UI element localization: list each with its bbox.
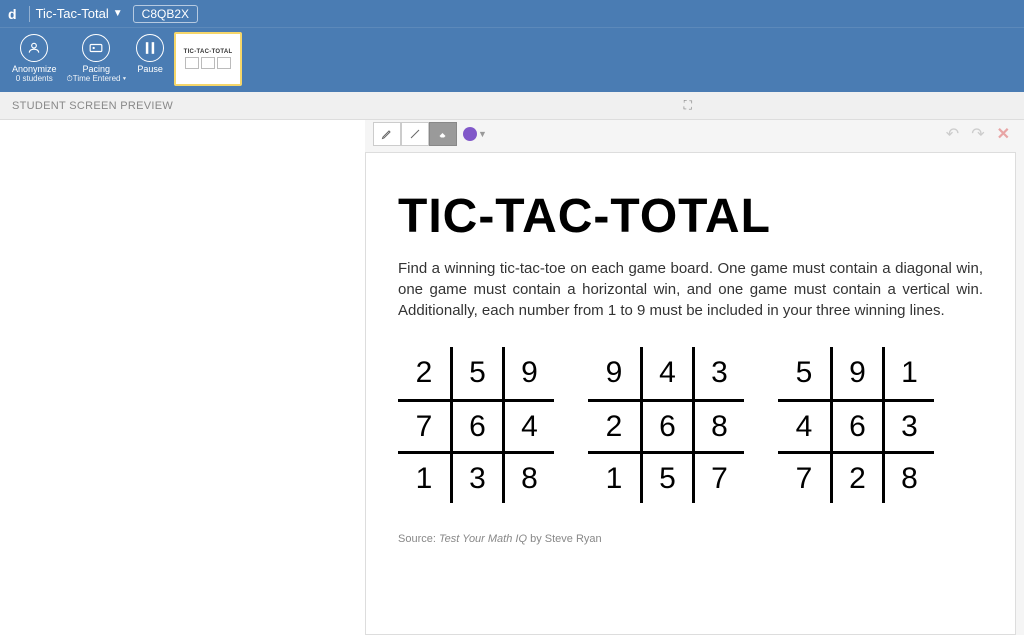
board-cell: 4 [640,347,692,399]
undo-button[interactable]: ↶ [946,124,959,144]
left-pane [0,120,365,635]
board-cell: 2 [830,451,882,503]
title-dropdown-icon[interactable]: ▼ [113,8,123,19]
game-board-2: 9 4 3 2 6 8 1 5 7 [588,347,744,503]
board-cell: 3 [450,451,502,503]
pause-sublabel [149,74,151,83]
board-cell: 5 [640,451,692,503]
board-cell: 2 [398,347,450,399]
app-logo[interactable]: d [8,6,17,22]
board-cell: 2 [588,399,640,451]
pause-button[interactable]: Pause [132,32,168,85]
game-board-3: 5 9 1 4 6 3 7 2 8 [778,347,934,503]
subheader-label: STUDENT SCREEN PREVIEW [12,100,173,112]
board-cell: 6 [450,399,502,451]
board-cell: 1 [588,451,640,503]
board-cell: 7 [398,399,450,451]
divider [29,6,30,22]
board-cell: 1 [882,347,934,399]
pacing-button[interactable]: Pacing ⏱Time Entered ▾ [63,32,131,86]
slide-thumbnail[interactable]: TIC-TAC-TOTAL [174,32,242,86]
board-cell: 8 [882,451,934,503]
pencil-tool[interactable] [373,122,401,146]
thumb-title: TIC-TAC-TOTAL [184,49,233,55]
thumb-grids [185,57,231,69]
board-cell: 8 [502,451,554,503]
right-pane: ▼ ↶ ↷ ✕ TIC-TAC-TOTAL Find a winning tic… [365,120,1024,635]
workspace: ▼ ↶ ↷ ✕ TIC-TAC-TOTAL Find a winning tic… [0,120,1024,635]
source-book: Test Your Math IQ [439,533,527,545]
board-cell: 3 [692,347,744,399]
drawing-toolbar: ▼ ↶ ↷ ✕ [365,120,1024,148]
app-header: d Tic-Tac-Total ▼ C8QB2X Anonymize 0 stu… [0,0,1024,92]
fullscreen-icon[interactable]: ⛶ [684,98,692,113]
game-boards: 2 5 9 7 6 4 1 3 8 9 4 3 2 6 8 1 [398,347,983,503]
color-dropdown-icon[interactable]: ▼ [478,129,487,139]
source-citation: Source: Test Your Math IQ by Steve Ryan [398,533,983,545]
anonymize-icon [20,34,48,62]
game-board-1: 2 5 9 7 6 4 1 3 8 [398,347,554,503]
source-suffix: by Steve Ryan [527,533,602,545]
board-cell: 1 [398,451,450,503]
pacing-label: Pacing [83,64,111,74]
board-cell: 9 [830,347,882,399]
board-cell: 6 [830,399,882,451]
pause-label: Pause [137,64,163,74]
board-cell: 7 [692,451,744,503]
board-cell: 6 [640,399,692,451]
header-toolbar: Anonymize 0 students Pacing ⏱Time Entere… [0,28,1024,92]
anonymize-sublabel: 0 students [16,74,53,83]
anonymize-button[interactable]: Anonymize 0 students [8,32,61,85]
redo-button[interactable]: ↷ [971,124,984,144]
line-tool[interactable] [401,122,429,146]
pacing-sublabel: ⏱Time Entered ▾ [67,74,127,84]
eraser-tool[interactable] [429,122,457,146]
header-top-bar: d Tic-Tac-Total ▼ C8QB2X [0,0,1024,28]
board-cell: 5 [450,347,502,399]
pause-icon [136,34,164,62]
color-picker[interactable] [463,127,477,141]
pacing-icon [82,34,110,62]
board-cell: 4 [502,399,554,451]
board-cell: 4 [778,399,830,451]
subheader: STUDENT SCREEN PREVIEW ⛶ [0,92,1024,120]
anonymize-label: Anonymize [12,64,57,74]
board-cell: 8 [692,399,744,451]
slide-instructions: Find a winning tic-tac-toe on each game … [398,258,983,321]
slide-canvas[interactable]: TIC-TAC-TOTAL Find a winning tic-tac-toe… [365,152,1016,635]
board-cell: 9 [502,347,554,399]
class-code[interactable]: C8QB2X [133,5,198,23]
source-prefix: Source: [398,533,439,545]
document-title[interactable]: Tic-Tac-Total [36,6,109,21]
board-cell: 3 [882,399,934,451]
board-cell: 9 [588,347,640,399]
close-button[interactable]: ✕ [997,124,1010,144]
slide-title: TIC-TAC-TOTAL [398,189,983,244]
board-cell: 5 [778,347,830,399]
board-cell: 7 [778,451,830,503]
